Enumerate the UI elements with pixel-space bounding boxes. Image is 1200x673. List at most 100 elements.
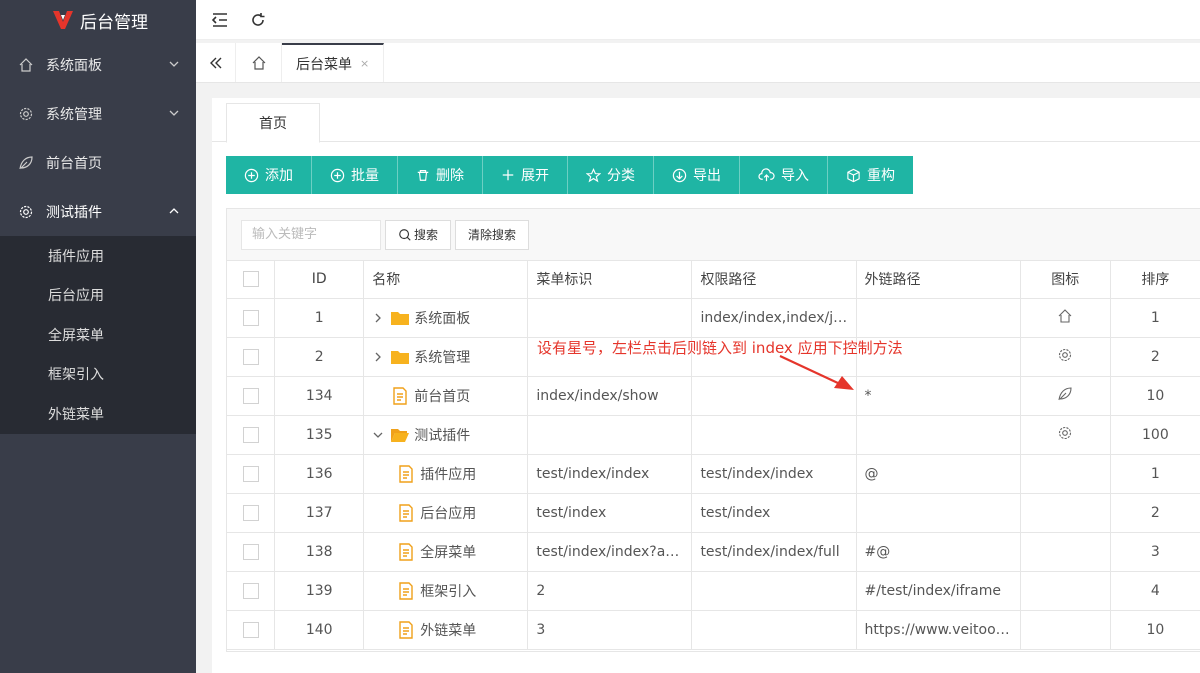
name-cell: 系统管理 xyxy=(363,337,529,377)
sidebar-item-label: 测试插件 xyxy=(46,204,102,221)
menu-table-panel: 搜索 清除搜索 ID 名称 菜单标识 权限路径 外链路径 图标 排序 xyxy=(226,208,1200,652)
order-cell: 3 xyxy=(1110,532,1200,572)
sidebar-item-test-plugin[interactable]: 测试插件 xyxy=(0,187,196,236)
column-header[interactable]: ID xyxy=(274,261,365,299)
refresh-icon[interactable] xyxy=(244,6,272,34)
name-cell: 插件应用 xyxy=(363,454,529,494)
search-button-label: 搜索 xyxy=(414,228,439,242)
star-icon xyxy=(586,167,601,182)
table-row[interactable]: 139 框架引入 2 #/test/index/iframe 4 xyxy=(227,571,1200,611)
table-row[interactable]: 138 全屏菜单 test/index/index?acti... test/i… xyxy=(227,532,1200,572)
table-row[interactable]: 140 外链菜单 3 https://www.veitool.com 10 xyxy=(227,610,1200,650)
row-checkbox[interactable] xyxy=(242,465,259,482)
name-text: 系统面板 xyxy=(414,310,471,327)
row-checkbox-cell xyxy=(227,337,276,377)
sidebar-item-front-home[interactable]: 前台首页 xyxy=(0,138,196,187)
name-text: 插件应用 xyxy=(420,466,477,483)
chevron-right-icon[interactable] xyxy=(372,351,384,363)
row-checkbox[interactable] xyxy=(242,426,259,443)
id-cell: 137 xyxy=(274,493,365,533)
folder-open-icon xyxy=(391,428,410,442)
category-button[interactable]: 分类 xyxy=(568,156,654,194)
row-checkbox[interactable] xyxy=(242,621,259,638)
batch-button[interactable]: 批量 xyxy=(312,156,398,194)
name-cell: 系统面板 xyxy=(363,298,529,338)
key-cell: 2 xyxy=(527,571,693,611)
import-button[interactable]: 导入 xyxy=(740,156,828,194)
brand[interactable]: 后台管理 xyxy=(0,0,196,40)
table-row[interactable]: 134 前台首页 index/index/show * 10 xyxy=(227,376,1200,416)
select-all-checkbox[interactable] xyxy=(242,271,259,288)
row-checkbox[interactable] xyxy=(242,309,259,326)
trash-icon xyxy=(417,170,429,181)
folder-icon xyxy=(391,311,410,325)
link-cell xyxy=(856,493,1021,533)
document-icon xyxy=(399,581,413,600)
add-button[interactable]: 添加 xyxy=(226,156,312,194)
order-cell: 1 xyxy=(1110,298,1200,338)
content-tab-header: 首页 xyxy=(212,98,1200,143)
sidebar-subitem[interactable]: 插件应用 xyxy=(0,236,196,276)
key-cell xyxy=(527,298,693,338)
name-text: 后台应用 xyxy=(420,505,477,522)
tab-home[interactable] xyxy=(236,43,282,82)
chevron-right-icon[interactable] xyxy=(372,312,384,324)
tabs-scroll-left-icon[interactable] xyxy=(196,43,236,82)
sidebar-subitem[interactable]: 后台应用 xyxy=(0,276,196,316)
sidebar-subitem[interactable]: 全屏菜单 xyxy=(0,315,196,355)
add-label: 添加 xyxy=(265,168,293,184)
sidebar-item-system-manage[interactable]: 系统管理 xyxy=(0,89,196,138)
close-icon[interactable]: × xyxy=(360,57,369,70)
chevron-up-icon xyxy=(169,208,179,214)
tab-index[interactable]: 首页 xyxy=(226,103,320,143)
name-text: 系统管理 xyxy=(414,349,471,366)
search-icon xyxy=(399,228,411,241)
table-row[interactable]: 137 后台应用 test/index test/index 2 xyxy=(227,493,1200,533)
tab-backend-menu[interactable]: 后台菜单 × xyxy=(282,43,385,82)
search-button[interactable]: 搜索 xyxy=(385,219,452,250)
search-input[interactable] xyxy=(241,219,381,250)
table-row[interactable]: 135 测试插件 100 xyxy=(227,415,1200,455)
table-row[interactable]: 1 系统面板 index/index,index/jso... 1 xyxy=(227,298,1200,338)
column-header[interactable]: 名称 xyxy=(363,261,529,299)
chevron-down-icon[interactable] xyxy=(372,429,384,441)
column-header[interactable]: 排序 xyxy=(1110,261,1200,299)
rebuild-button[interactable]: 重构 xyxy=(828,156,913,194)
column-header[interactable]: 图标 xyxy=(1020,261,1111,299)
column-header[interactable]: 外链路径 xyxy=(856,261,1021,299)
expand-button[interactable]: 展开 xyxy=(483,156,568,194)
row-checkbox[interactable] xyxy=(242,348,259,365)
leaf-icon xyxy=(18,155,34,171)
menu-collapse-icon[interactable] xyxy=(206,6,234,34)
row-checkbox[interactable] xyxy=(242,582,259,599)
table-row[interactable]: 136 插件应用 test/index/index test/index/ind… xyxy=(227,454,1200,494)
column-header[interactable]: 权限路径 xyxy=(691,261,857,299)
row-checkbox[interactable] xyxy=(242,387,259,404)
sidebar-item-system-panel[interactable]: 系统面板 xyxy=(0,40,196,89)
export-label: 导出 xyxy=(693,168,721,184)
key-cell: test/index/index xyxy=(527,454,693,494)
export-button[interactable]: 导出 xyxy=(654,156,740,194)
icon-cell xyxy=(1020,415,1111,455)
table-header-row: ID 名称 菜单标识 权限路径 外链路径 图标 排序 xyxy=(227,261,1200,299)
key-cell: test/index/index?acti... xyxy=(527,532,693,572)
delete-label: 删除 xyxy=(436,168,464,184)
clear-search-button[interactable]: 清除搜索 xyxy=(455,219,530,250)
delete-button[interactable]: 删除 xyxy=(398,156,483,194)
icon-cell xyxy=(1020,493,1111,533)
name-cell: 测试插件 xyxy=(363,415,529,455)
order-cell: 4 xyxy=(1110,571,1200,611)
search-row: 搜索 清除搜索 xyxy=(227,209,1200,261)
plus-circle-icon xyxy=(330,168,345,182)
batch-label: 批量 xyxy=(351,168,379,184)
column-header[interactable]: 菜单标识 xyxy=(527,261,693,299)
sidebar-subitem[interactable]: 外链菜单 xyxy=(0,394,196,434)
row-checkbox[interactable] xyxy=(242,543,259,560)
id-cell: 140 xyxy=(274,610,365,650)
row-checkbox-cell xyxy=(227,493,276,533)
row-checkbox[interactable] xyxy=(242,504,259,521)
name-cell: 前台首页 xyxy=(363,376,529,416)
download-circle-icon xyxy=(672,168,687,182)
name-text: 前台首页 xyxy=(414,388,471,405)
sidebar-subitem[interactable]: 框架引入 xyxy=(0,355,196,395)
